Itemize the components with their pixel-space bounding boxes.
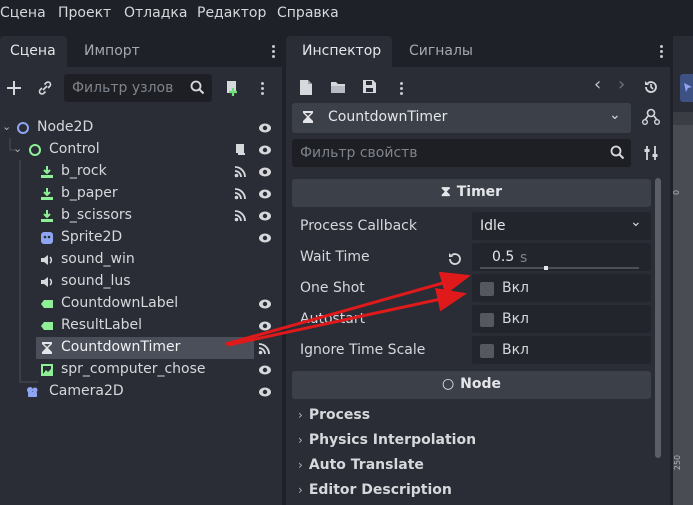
annotation-arrow-to-wait-time xyxy=(225,271,471,346)
annotation-arrow-to-one-shot xyxy=(227,287,467,347)
annotation-arrows xyxy=(225,271,471,347)
